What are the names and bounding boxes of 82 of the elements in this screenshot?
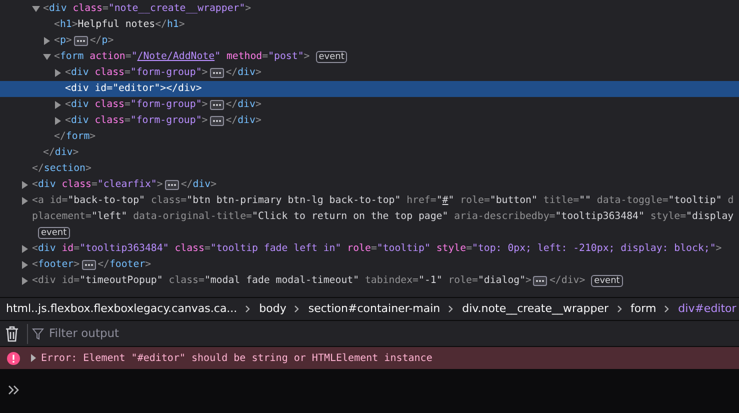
- markup-code: </div>: [226, 114, 262, 128]
- markup-row[interactable]: <footer> </footer>: [0, 257, 739, 273]
- chevron-icon: [245, 305, 252, 313]
- event-badge[interactable]: event: [316, 51, 348, 63]
- disclosure-triangle-icon[interactable]: [43, 53, 51, 61]
- markup-row[interactable]: <div id="timeoutPopup" class="modal fade modal-timeout" tabindex="-1" role="dialog"> </div> event: [0, 273, 739, 289]
- markup-row[interactable]: <div class="form-group"> </div>: [0, 65, 739, 81]
- markup-code: <h1>Helpful notes</h1>: [54, 18, 185, 32]
- disclosure-triangle-icon[interactable]: [30, 354, 37, 362]
- disclosure-triangle-icon[interactable]: [21, 197, 29, 205]
- disclosure-triangle-icon[interactable]: [54, 69, 62, 77]
- disclosure-triangle-icon[interactable]: [54, 117, 62, 125]
- disclosure-triangle-icon[interactable]: [21, 261, 29, 269]
- markup-code: </div>: [226, 98, 262, 112]
- markup-code: <div id="tooltip363484" class="tooltip fade left in" role="tooltip" style="top: 0px; left: -210px; display: block;">: [32, 242, 722, 256]
- markup-code: <a id="back-to-top" class="btn btn-primary btn-lg back-to-top" href="#" role="button" title="" data-toggle="tooltip" d: [32, 194, 734, 208]
- collapsed-content-badge[interactable]: [164, 180, 179, 190]
- markup-row[interactable]: <div class="form-group"> </div>: [0, 113, 739, 129]
- error-icon: [7, 352, 20, 364]
- markup-row[interactable]: <div class="note__create__wrapper">: [0, 1, 739, 17]
- markup-code: placement="left" data-original-title="Click to return on the top page" aria-describedby="tooltip363484" style="display: [32, 210, 734, 224]
- disclosure-triangle-icon[interactable]: [43, 37, 51, 45]
- ellipsis-icon: [84, 263, 94, 267]
- markup-code: </section>: [32, 162, 92, 176]
- ellipsis-icon: [166, 183, 177, 187]
- markup-code: </div>: [226, 66, 262, 80]
- markup-code: </footer>: [98, 258, 152, 272]
- ellipsis-icon: [212, 119, 222, 123]
- breadcrumb-item[interactable]: div#editor: [678, 300, 736, 318]
- prompt-chevrons-icon: [8, 384, 20, 395]
- ellipsis-icon: [535, 279, 546, 283]
- markup-code: <form action="/Note/AddNote" method="post">: [54, 50, 310, 64]
- disclosure-triangle-icon[interactable]: [21, 181, 29, 189]
- trash-icon[interactable]: [5, 326, 19, 342]
- markup-code: </form>: [54, 130, 96, 144]
- ellipsis-icon: [212, 103, 222, 107]
- ellipsis-icon: [76, 39, 86, 43]
- markup-row[interactable]: <div class="form-group"> </div>: [0, 97, 739, 113]
- markup-code: <div id="editor"></div>: [65, 82, 202, 96]
- disclosure-triangle-icon[interactable]: [21, 277, 29, 285]
- markup-code: <div class="form-group">: [65, 98, 208, 112]
- markup-code: </div>: [549, 274, 586, 288]
- markup-code: <div id="timeoutPopup" class="modal fade modal-timeout" tabindex="-1" role="dialog">: [32, 274, 532, 288]
- chevron-icon: [294, 305, 300, 313]
- event-badge[interactable]: event: [38, 227, 70, 239]
- markup-code: <div class="form-group">: [65, 66, 208, 80]
- markup-row[interactable]: <h1>Helpful notes</h1>: [0, 17, 739, 33]
- collapsed-content-badge[interactable]: [533, 276, 548, 286]
- breadcrumb-item[interactable]: body: [259, 300, 286, 318]
- event-badge[interactable]: event: [591, 275, 623, 287]
- collapsed-content-badge[interactable]: [82, 260, 96, 270]
- markup-row[interactable]: <div class="clearfix"> </div>: [0, 177, 739, 193]
- breadcrumb-item[interactable]: div.note__create__wrapper: [462, 300, 609, 318]
- markup-code: </div>: [180, 178, 217, 192]
- breadcrumb-item[interactable]: section#container-main: [308, 300, 440, 318]
- error-message: Error: Element "#editor" should be string or HTMLElement instance: [41, 352, 432, 366]
- collapsed-content-badge[interactable]: [210, 116, 224, 126]
- markup-code: <div class="clearfix">: [32, 178, 163, 192]
- collapsed-content-badge[interactable]: [74, 36, 88, 46]
- markup-code: <div class="form-group">: [65, 114, 208, 128]
- markup-row[interactable]: <form action="/Note/AddNote" method="post"> event: [0, 49, 739, 65]
- chevron-icon: [448, 305, 454, 313]
- markup-code: </p>: [90, 34, 114, 48]
- markup-row[interactable]: <p> </p>: [0, 33, 739, 49]
- chevron-icon: [664, 305, 670, 313]
- markup-code: <p>: [54, 34, 72, 48]
- chevron-icon: [616, 305, 623, 313]
- collapsed-content-badge[interactable]: [210, 68, 224, 78]
- markup-code: <div class="note__create__wrapper">: [43, 2, 252, 16]
- breadcrumb-item[interactable]: html..js.flexbox.flexboxlegacy.canvas.ca...: [6, 300, 238, 318]
- disclosure-triangle-icon[interactable]: [21, 245, 29, 253]
- markup-code: </div>: [43, 146, 79, 160]
- breadcrumb-item[interactable]: form: [630, 300, 656, 318]
- ellipsis-icon: [212, 71, 222, 75]
- markup-row[interactable]: <div id="editor"></div>: [0, 81, 739, 97]
- disclosure-triangle-icon[interactable]: [54, 101, 62, 109]
- markup-row[interactable]: <div id="tooltip363484" class="tooltip fade left in" role="tooltip" style="top: 0px; left: -210px; display: block;">: [0, 241, 739, 257]
- collapsed-content-badge[interactable]: [210, 100, 224, 110]
- filter-icon: [32, 328, 44, 340]
- markup-code: <footer>: [32, 258, 80, 272]
- disclosure-triangle-icon[interactable]: [32, 5, 40, 13]
- filter-field[interactable]: Filter output: [49, 324, 349, 342]
